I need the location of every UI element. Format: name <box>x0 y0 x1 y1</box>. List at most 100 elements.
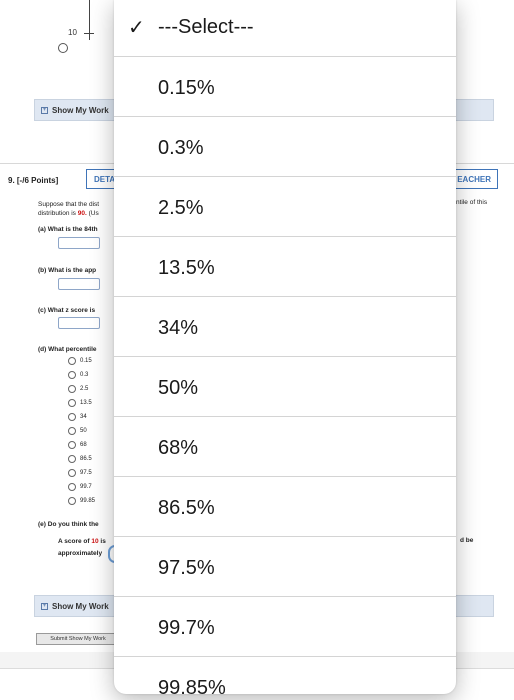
expand-icon: + <box>41 602 48 610</box>
option-label: 97.5 <box>80 470 92 476</box>
dropdown-divider <box>114 116 456 117</box>
dropdown-divider <box>114 236 456 237</box>
part-d-option[interactable]: 86.5 <box>68 455 92 463</box>
dropdown-option-label: ---Select--- <box>158 15 254 38</box>
dropdown-option[interactable]: 97.5% <box>114 538 456 598</box>
question-number: 9. [-/6 Points] <box>8 176 59 185</box>
option-label: 99.7 <box>80 484 92 490</box>
dropdown-option[interactable]: 0.15% <box>114 58 456 118</box>
radio-icon <box>68 497 76 505</box>
option-label: 2.5 <box>80 386 89 392</box>
dropdown-option[interactable]: 34% <box>114 298 456 358</box>
approximately-label: approximately <box>58 550 103 557</box>
part-d-option[interactable]: 50 <box>68 427 87 435</box>
dropdown-option-label: 13.5% <box>158 256 215 279</box>
part-d-option[interactable]: 99.85 <box>68 497 95 505</box>
select-dropdown-menu[interactable]: ✓ ---Select--- 0.15% 0.3% 2.5% 13.5% 34%… <box>114 0 456 694</box>
option-label: 68 <box>80 442 87 448</box>
dropdown-divider <box>114 656 456 657</box>
part-e-text: (e) Do you think the <box>38 521 99 528</box>
dropdown-divider <box>114 596 456 597</box>
dropdown-option-label: 0.3% <box>158 136 204 159</box>
graph-y-axis <box>89 0 90 40</box>
part-c-text: (c) What z score is <box>38 307 96 314</box>
prompt-line-2-pre: distribution is <box>38 210 78 217</box>
dropdown-option[interactable]: 2.5% <box>114 178 456 238</box>
dropdown-divider <box>114 56 456 57</box>
dropdown-option-label: 50% <box>158 376 199 399</box>
option-label: 50 <box>80 428 87 434</box>
dropdown-option[interactable]: 86.5% <box>114 478 456 538</box>
part-d-option[interactable]: 34 <box>68 413 87 421</box>
show-my-work-label: Show My Work <box>52 105 109 115</box>
prompt-line-2: distribution is 90. (Us <box>38 210 99 217</box>
dropdown-option-label: 86.5% <box>158 496 215 519</box>
ask-teacher-label: EACHER <box>457 174 491 184</box>
part-d-option[interactable]: 0.3 <box>68 371 88 379</box>
radio-icon <box>68 427 76 435</box>
part-c-input[interactable] <box>58 317 100 329</box>
submit-show-my-work-button[interactable]: Submit Show My Work <box>36 633 120 645</box>
part-a-input[interactable] <box>58 237 100 249</box>
dropdown-option-label: 2.5% <box>158 196 204 219</box>
dropdown-option[interactable]: 0.3% <box>114 118 456 178</box>
graph-tick <box>84 33 94 34</box>
submit-button-label: Submit Show My Work <box>50 636 106 642</box>
dropdown-divider <box>114 356 456 357</box>
dropdown-option[interactable]: 99.7% <box>114 598 456 658</box>
graph-radio-button[interactable] <box>58 43 68 53</box>
dropdown-divider <box>114 536 456 537</box>
radio-icon <box>68 455 76 463</box>
part-e-right: d be <box>460 537 474 544</box>
option-label: 86.5 <box>80 456 92 462</box>
radio-icon <box>68 483 76 491</box>
dropdown-divider <box>114 476 456 477</box>
score-line-post: is <box>98 538 106 545</box>
part-b-input[interactable] <box>58 278 100 290</box>
dropdown-option-label: 99.85% <box>158 676 226 695</box>
graph-tick-label: 10 <box>68 28 77 37</box>
dropdown-option-label: 34% <box>158 316 199 339</box>
part-d-option[interactable]: 13.5 <box>68 399 92 407</box>
radio-icon <box>68 399 76 407</box>
dropdown-option-label: 97.5% <box>158 556 215 579</box>
dropdown-option[interactable]: 50% <box>114 358 456 418</box>
dropdown-option[interactable]: 13.5% <box>114 238 456 298</box>
radio-icon <box>68 371 76 379</box>
part-b-text: (b) What is the app <box>38 267 97 274</box>
prompt-line-1-right: ntile of this <box>456 199 488 206</box>
option-label: 34 <box>80 414 87 420</box>
radio-icon <box>68 441 76 449</box>
show-my-work-label: Show My Work <box>52 601 109 611</box>
dropdown-option-label: 99.7% <box>158 616 215 639</box>
checkmark-icon: ✓ <box>128 16 145 39</box>
part-d-option[interactable]: 0.15 <box>68 357 92 365</box>
dropdown-option[interactable]: 99.85% <box>114 658 456 695</box>
dropdown-option[interactable]: 68% <box>114 418 456 478</box>
dropdown-divider <box>114 296 456 297</box>
part-d-option[interactable]: 2.5 <box>68 385 88 393</box>
page-background: 10 + Show My Work 9. [-/6 Points] DETA E… <box>0 0 514 700</box>
option-label: 0.3 <box>80 372 89 378</box>
dropdown-option-label: 0.15% <box>158 76 215 99</box>
option-label: 0.15 <box>80 358 92 364</box>
option-label: 13.5 <box>80 400 92 406</box>
radio-icon <box>68 385 76 393</box>
dropdown-divider <box>114 176 456 177</box>
dropdown-divider <box>114 416 456 417</box>
prompt-line-2-post: (Us <box>86 210 99 217</box>
details-button-label: DETA <box>94 174 116 184</box>
part-d-option[interactable]: 97.5 <box>68 469 92 477</box>
part-a-text: (a) What is the 84th <box>38 226 98 233</box>
dropdown-option-select[interactable]: ✓ ---Select--- <box>114 0 456 57</box>
part-d-option[interactable]: 99.7 <box>68 483 92 491</box>
score-value: 10 <box>91 538 99 545</box>
prompt-line-1: Suppose that the dist <box>38 201 100 208</box>
radio-icon <box>68 413 76 421</box>
score-line-pre: A score of <box>58 538 92 545</box>
part-d-text: (d) What percentile <box>38 346 97 353</box>
radio-icon <box>68 357 76 365</box>
prompt-mean-value: 90. <box>77 210 87 217</box>
score-line: A score of 10 is <box>58 538 106 545</box>
part-d-option[interactable]: 68 <box>68 441 87 449</box>
